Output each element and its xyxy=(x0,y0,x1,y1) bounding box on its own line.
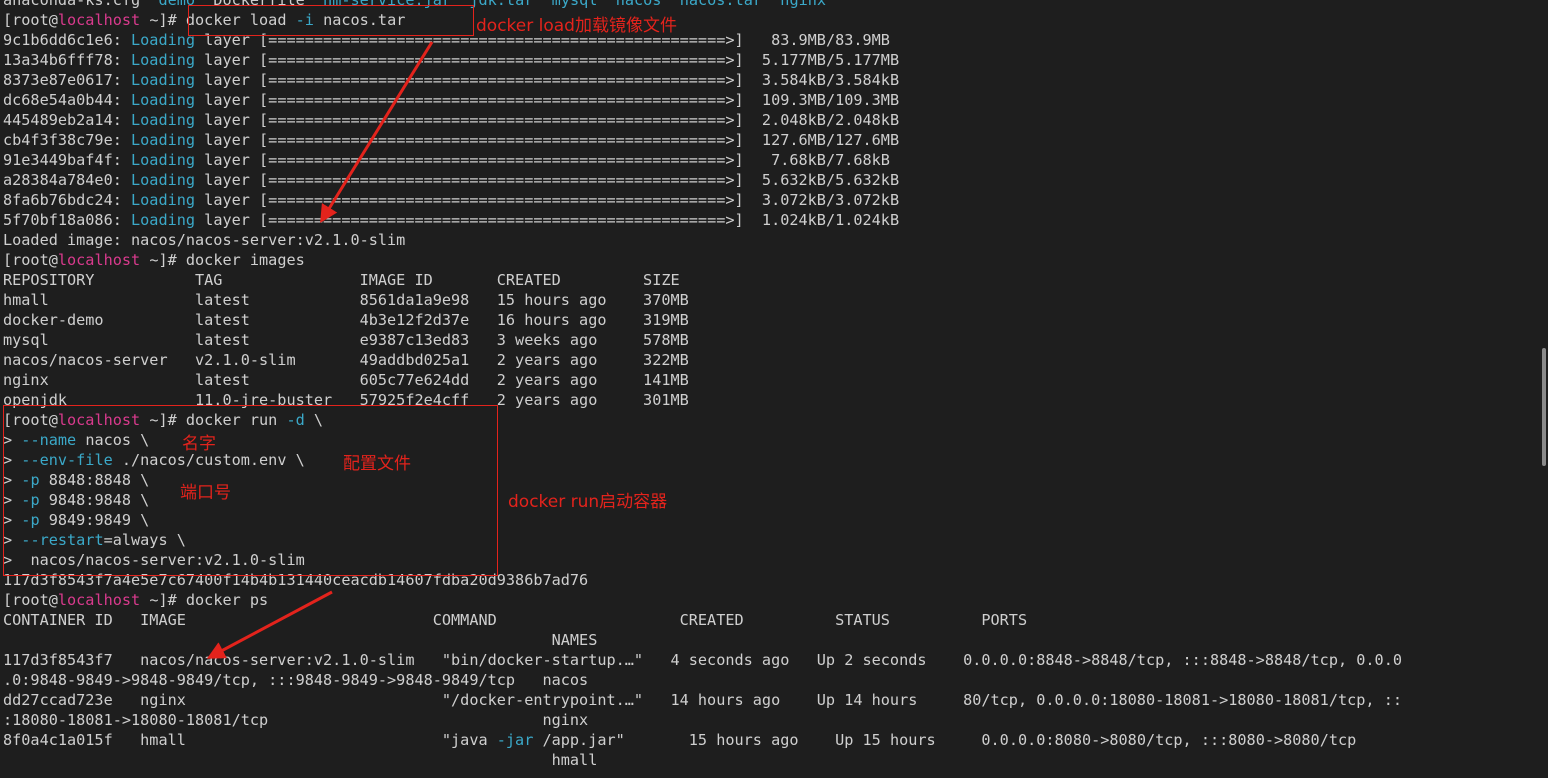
layer-line: 445489eb2a14: Loading layer [===========… xyxy=(3,111,900,129)
command-text: docker images xyxy=(185,251,305,269)
layer-line: 8373e87e0617: Loading layer [===========… xyxy=(3,71,900,89)
images-row: nacos/nacos-server v2.1.0-slim 49addbd02… xyxy=(3,351,689,369)
annotation-name: 名字 xyxy=(182,434,216,454)
load-command-highlight-box xyxy=(188,5,474,36)
loaded-message: Loaded image: nacos/nacos-server:v2.1.0-… xyxy=(3,231,406,249)
command-text: docker ps xyxy=(185,591,269,609)
ps-row-wrap: :18080-18081->18080-18081/tcp nginx xyxy=(3,711,589,729)
layer-line: 8fa6b76bdc24: Loading layer [===========… xyxy=(3,191,900,209)
ps-header: CONTAINER ID IMAGE COMMAND CREATED STATU… xyxy=(3,611,1028,629)
annotation-load: docker load加载镜像文件 xyxy=(476,16,677,36)
run-command-highlight-box xyxy=(3,405,498,576)
ps-row: 8f0a4c1a015f hmall "java -jar /app.jar" … xyxy=(3,731,1357,749)
scrollbar[interactable] xyxy=(1542,348,1546,466)
annotation-run: docker run启动容器 xyxy=(508,492,668,512)
ps-row-wrap: hmall xyxy=(3,751,598,769)
images-row: hmall latest 8561da1a9e98 15 hours ago 3… xyxy=(3,291,689,309)
ps-row-wrap: .0:9848-9849->9848-9849/tcp, :::9848-984… xyxy=(3,671,589,689)
prompt-line: [root@localhost ~]# docker images xyxy=(3,251,305,269)
ps-row: dd27ccad723e nginx "/docker-entrypoint.…… xyxy=(3,691,1402,709)
layer-line: dc68e54a0b44: Loading layer [===========… xyxy=(3,91,900,109)
ps-row: 117d3f8543f7 nacos/nacos-server:v2.1.0-s… xyxy=(3,651,1402,669)
layer-line: cb4f3f38c79e: Loading layer [===========… xyxy=(3,131,900,149)
layer-line: 5f70bf18a086: Loading layer [===========… xyxy=(3,211,900,229)
ps-names-header: NAMES xyxy=(3,631,598,649)
prompt-line: [root@localhost ~]# docker ps xyxy=(3,591,269,609)
images-header: REPOSITORY TAG IMAGE ID CREATED SIZE xyxy=(3,271,680,289)
images-row: docker-demo latest 4b3e12f2d37e 16 hours… xyxy=(3,311,689,329)
layer-line: a28384a784e0: Loading layer [===========… xyxy=(3,171,900,189)
terminal-output: anaconda-ks.cfg demo Dockerfile hm-servi… xyxy=(3,0,1533,770)
layer-line: 13a34b6fff78: Loading layer [===========… xyxy=(3,51,900,69)
annotation-port: 端口号 xyxy=(180,483,231,503)
layer-line: 91e3449baf4f: Loading layer [===========… xyxy=(3,151,890,169)
images-row: nginx latest 605c77e624dd 2 years ago 14… xyxy=(3,371,689,389)
images-row: mysql latest e9387c13ed83 3 weeks ago 57… xyxy=(3,331,689,349)
annotation-config: 配置文件 xyxy=(343,454,411,474)
